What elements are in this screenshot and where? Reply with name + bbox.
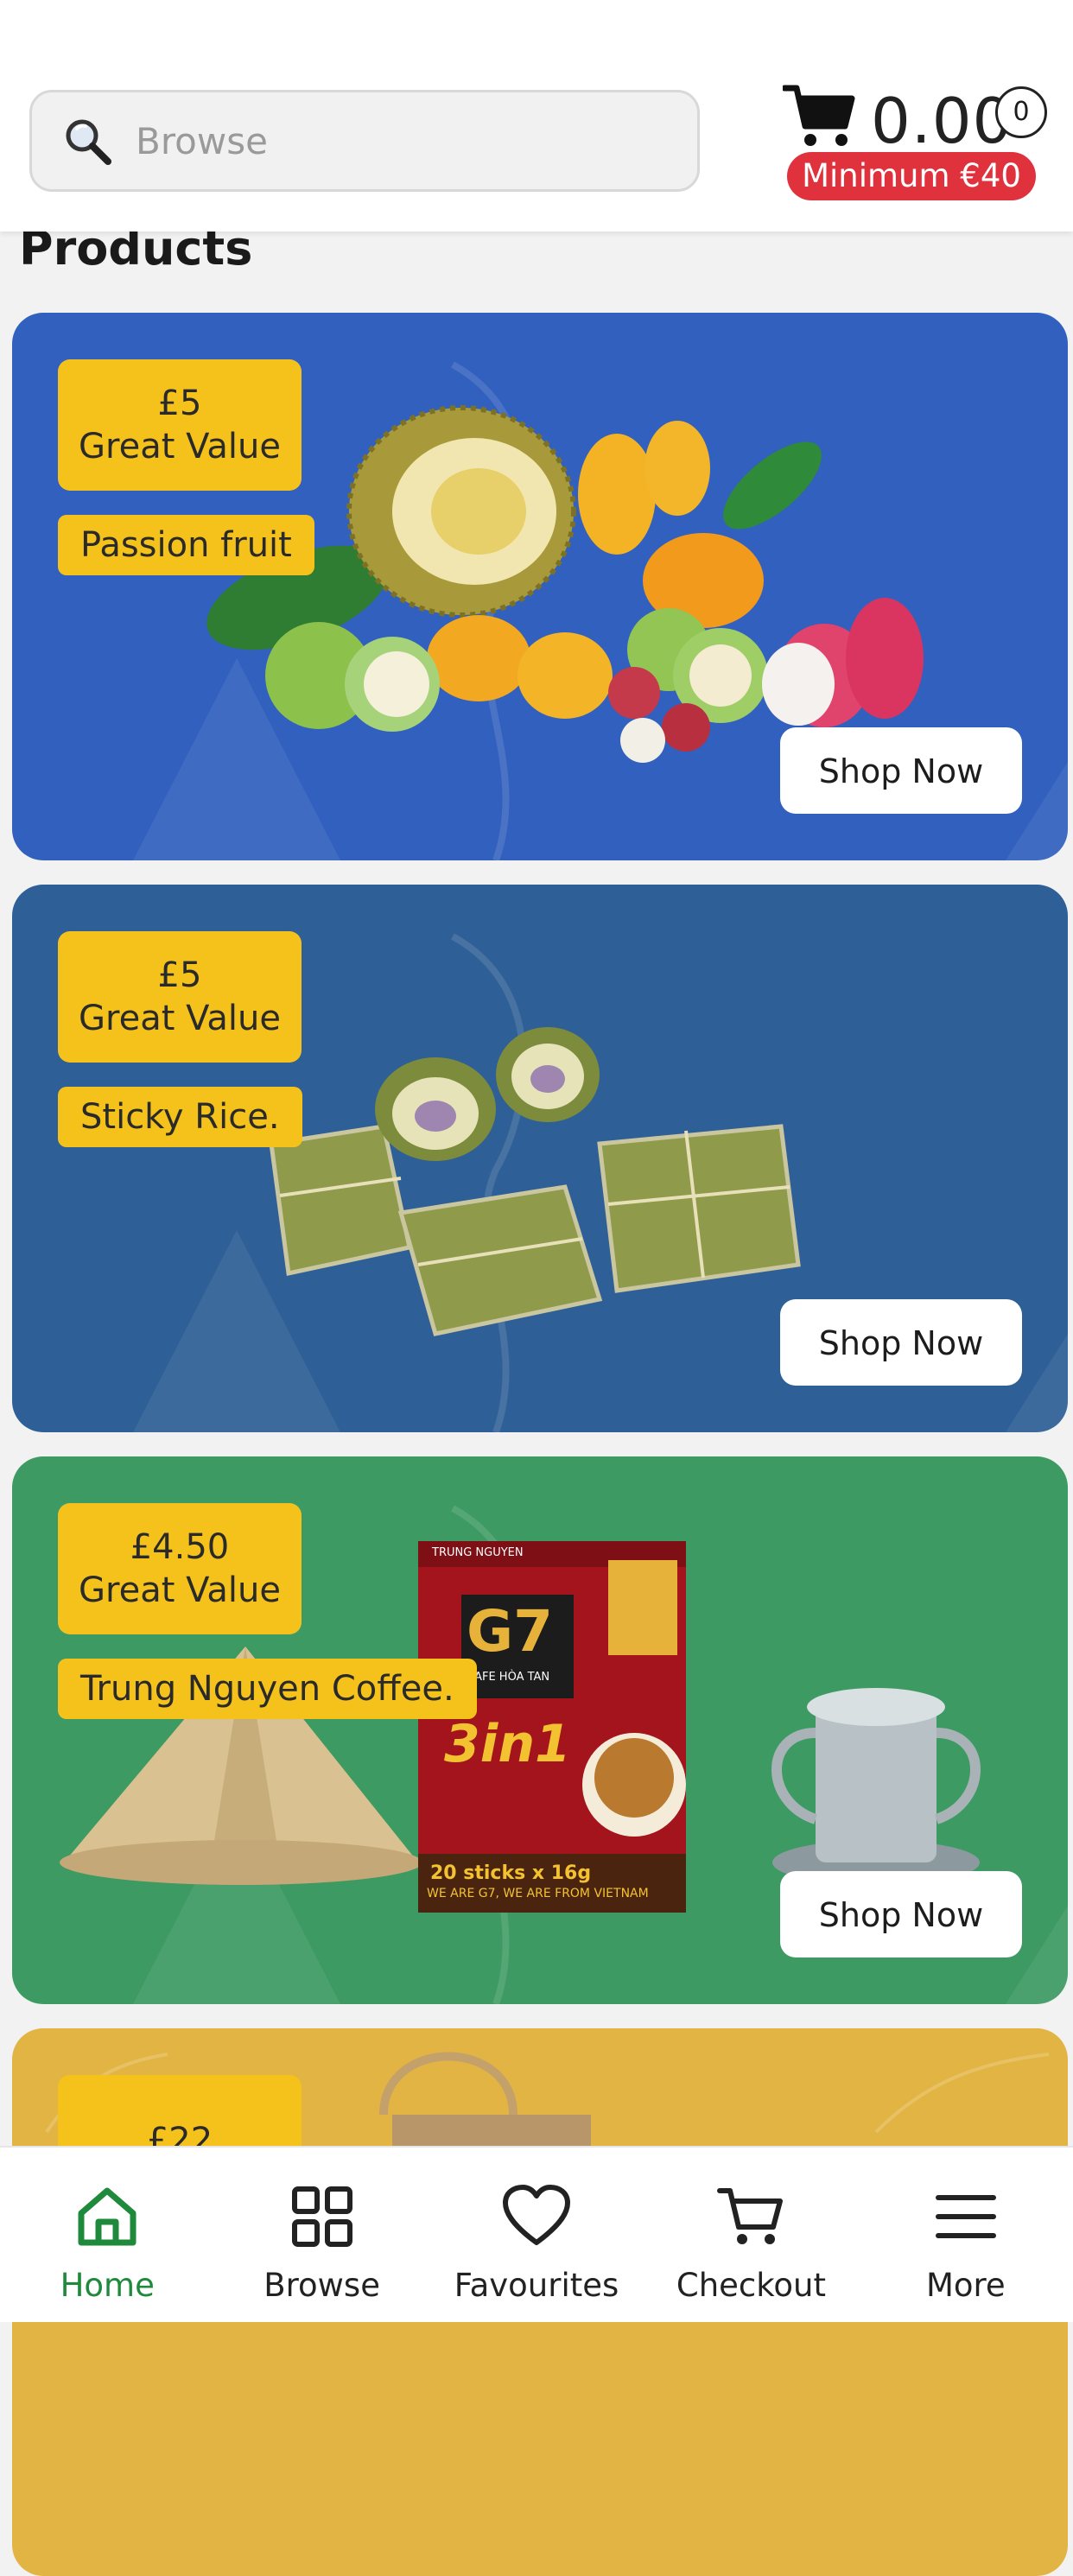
bottom-navigation: Home Browse Favourites Checkout More (0, 2146, 1073, 2322)
nav-favourites[interactable]: Favourites (429, 2148, 644, 2322)
nav-browse[interactable]: Browse (214, 2148, 429, 2322)
product-name-tag: Trung Nguyen Coffee. (58, 1659, 477, 1719)
product-banner-sticky-rice[interactable]: £5 Great Value Sticky Rice. Shop Now (12, 885, 1068, 1432)
cart-icon[interactable] (783, 83, 855, 150)
coffee-box-text: TRUNG NGUYEN G7 CAFE HÒA TAN 3in1 20 sti… (418, 1541, 686, 1913)
price: £5 (157, 955, 202, 995)
shop-now-button[interactable]: Shop Now (780, 1871, 1022, 1957)
nav-label: More (925, 2267, 1006, 2304)
search-input[interactable] (134, 118, 656, 163)
search-icon (66, 119, 111, 165)
cart-total[interactable]: 0.00 (871, 83, 1013, 159)
nav-label: Home (60, 2267, 155, 2304)
home-icon (78, 2187, 137, 2246)
grid-icon (291, 2186, 352, 2247)
value-label: Great Value (79, 999, 281, 1038)
shop-now-button[interactable]: Shop Now (780, 1299, 1022, 1386)
coffee-footer: 20 sticks x 16g (430, 1862, 592, 1884)
nav-label: Checkout (676, 2267, 826, 2304)
shop-now-button[interactable]: Shop Now (780, 727, 1022, 814)
nav-more[interactable]: More (859, 2148, 1073, 2322)
value-label: Great Value (79, 1570, 281, 1610)
nav-checkout[interactable]: Checkout (644, 2148, 858, 2322)
nav-label: Favourites (454, 2267, 619, 2304)
price-tag: £5 Great Value (58, 359, 302, 491)
price-tag: £5 Great Value (58, 931, 302, 1063)
nav-label: Browse (263, 2267, 380, 2304)
nav-home[interactable]: Home (0, 2148, 214, 2322)
cart-count-badge: 0 (995, 86, 1047, 138)
product-banner-passion-fruit[interactable]: £5 Great Value Passion fruit Shop Now (12, 313, 1068, 860)
search-bar[interactable] (29, 90, 700, 192)
heart-icon (503, 2185, 571, 2245)
minimum-order-badge: Minimum €40 (787, 152, 1036, 200)
product-name-tag: Sticky Rice. (58, 1087, 302, 1147)
value-label: Great Value (79, 427, 281, 466)
coffee-slogan: WE ARE G7, WE ARE FROM VIETNAM (427, 1887, 649, 1900)
price-tag: £4.50 Great Value (58, 1503, 302, 1634)
top-header: 0.00 0 Minimum €40 (0, 0, 1073, 232)
price: £4.50 (130, 1527, 230, 1567)
cart-icon (717, 2188, 784, 2244)
price: £5 (157, 384, 202, 423)
menu-icon (935, 2195, 996, 2238)
product-banner-coffee[interactable]: TRUNG NGUYEN G7 CAFE HÒA TAN 3in1 20 sti… (12, 1456, 1068, 2004)
product-name-tag: Passion fruit (58, 515, 314, 575)
coffee-variant: 3in1 (444, 1714, 571, 1774)
coffee-brand: TRUNG NGUYEN (432, 1546, 524, 1559)
coffee-sub: CAFE HÒA TAN (467, 1671, 550, 1684)
coffee-logo: G7 (467, 1598, 554, 1665)
